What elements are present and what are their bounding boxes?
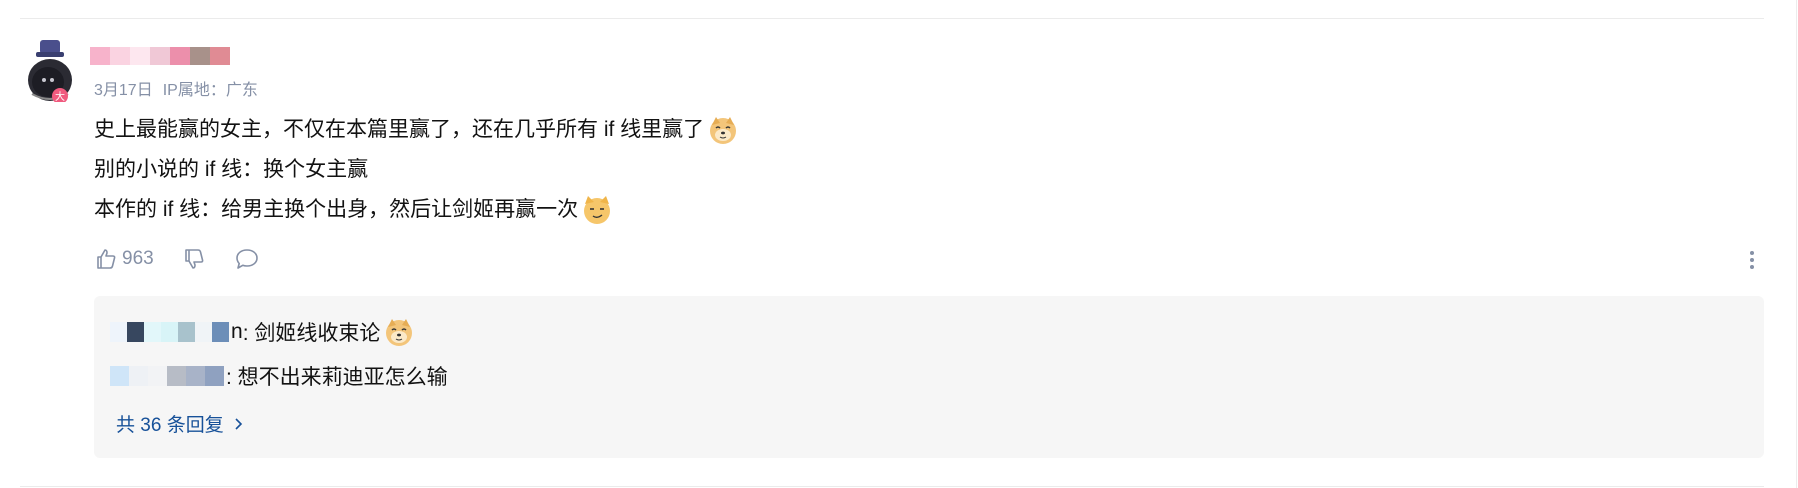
blur-pixel (195, 322, 212, 342)
blur-pixel (129, 366, 148, 386)
blur-pixel (130, 47, 150, 65)
blur-pixel (178, 322, 195, 342)
avatar[interactable]: 大 (22, 36, 78, 102)
like-count: 963 (122, 248, 154, 269)
thumbs-down-icon (184, 249, 204, 269)
bottom-divider (20, 486, 1764, 487)
comment-bubble-icon (235, 249, 258, 269)
scrollbar-track (1796, 0, 1797, 488)
blur-pixel (110, 322, 127, 342)
ip-location: IP属地：广东 (162, 82, 258, 99)
comment-actions: 963 (94, 244, 288, 274)
blur-pixel (127, 322, 144, 342)
reply-button[interactable] (234, 247, 260, 271)
blur-pixel (170, 47, 190, 65)
blur-pixel (148, 366, 167, 386)
replies-panel: n : 剑姬线收束论 : 想不出来莉迪亚怎么输 共 36 条回复 (94, 296, 1764, 458)
comment-date: 3月17日 (94, 82, 153, 99)
top-divider (20, 18, 1764, 19)
dislike-button[interactable] (182, 247, 206, 271)
reply-author-blurred[interactable] (110, 365, 224, 387)
blur-pixel (212, 322, 229, 342)
svg-text:大: 大 (55, 90, 65, 102)
blur-pixel (90, 47, 110, 65)
content-line-2: 别的小说的 if 线：换个女主赢 (94, 158, 369, 181)
comment-content: 史上最能赢的女主，不仅在本篇里赢了，还在几乎所有 if 线里赢了 别的小说的 i… (94, 110, 738, 230)
content-line-1: 史上最能赢的女主，不仅在本篇里赢了，还在几乎所有 if 线里赢了 (94, 110, 738, 150)
reply-text: : 剑姬线收束论 (242, 322, 381, 345)
chevron-right-icon (235, 417, 242, 430)
reply-author-tail: n (231, 320, 243, 343)
like-button[interactable]: 963 (94, 247, 154, 271)
blur-pixel (110, 47, 130, 65)
blur-pixel (167, 366, 186, 386)
view-all-replies-link[interactable]: 共 36 条回复 (116, 410, 246, 437)
more-vertical-icon (1750, 251, 1754, 269)
blur-pixel (205, 366, 224, 386)
blur-pixel (144, 322, 161, 342)
username-blurred[interactable] (90, 47, 230, 65)
blur-pixel (110, 366, 129, 386)
reply-item[interactable]: : 想不出来莉迪亚怎么输 (110, 360, 448, 392)
blur-pixel (161, 322, 178, 342)
comment-meta: 3月17日 IP属地：广东 (94, 76, 258, 100)
doge-emoji (384, 317, 414, 347)
doge-emoji (708, 115, 738, 145)
content-line-3: 本作的 if 线：给男主换个出身，然后让剑姬再赢一次 (94, 190, 738, 230)
more-options-button[interactable] (1740, 246, 1764, 274)
cat-smirk-emoji (582, 195, 612, 225)
blur-pixel (150, 47, 170, 65)
blur-pixel (190, 47, 210, 65)
thumbs-up-icon (97, 249, 116, 269)
blur-pixel (186, 366, 205, 386)
reply-author-blurred[interactable] (110, 321, 229, 343)
reply-text: : 想不出来莉迪亚怎么输 (226, 366, 448, 389)
blur-pixel (210, 47, 230, 65)
reply-item[interactable]: n : 剑姬线收束论 (110, 316, 414, 348)
